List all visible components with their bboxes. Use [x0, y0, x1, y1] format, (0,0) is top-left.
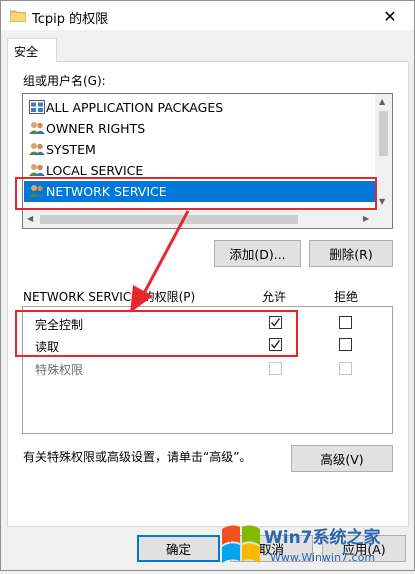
svg-text:Www.Winwin7.com: Www.Winwin7.com	[270, 551, 375, 564]
close-button[interactable]: ✕	[368, 2, 412, 30]
scroll-down-icon[interactable]: ▼	[379, 198, 385, 206]
add-button[interactable]: 添加(D)...	[214, 240, 301, 267]
deny-column-header: 拒绝	[334, 290, 359, 304]
permission-label: 特殊权限	[35, 363, 84, 377]
annotation-arrow-icon	[130, 210, 190, 313]
list-item-label: OWNER RIGHTS	[46, 121, 146, 136]
svg-text:Win7系统之家: Win7系统之家	[264, 527, 381, 548]
remove-button[interactable]: 删除(R)	[309, 240, 393, 267]
horizontal-scrollbar[interactable]: ◀ ▶	[23, 211, 377, 228]
vertical-scrollbar[interactable]: ▲ ▼	[375, 94, 392, 211]
list-item[interactable]: ALL APPLICATION PACKAGES	[24, 97, 377, 118]
folder-icon	[9, 9, 27, 23]
users-icon	[29, 163, 45, 177]
allow-checkbox	[269, 362, 282, 375]
window-title: Tcpip 的权限	[32, 12, 109, 27]
groups-label: 组或用户名(G):	[23, 74, 106, 88]
scroll-left-icon[interactable]: ◀	[27, 215, 33, 223]
tab-security[interactable]: 安全	[7, 38, 57, 62]
close-icon: ✕	[383, 6, 397, 26]
allow-column-header: 允许	[262, 290, 287, 304]
list-item[interactable]: OWNER RIGHTS	[24, 118, 377, 139]
users-icon	[29, 121, 45, 135]
users-icon	[29, 142, 45, 156]
list-item-label: SYSTEM	[46, 142, 96, 157]
ok-button[interactable]: 确定	[137, 535, 220, 562]
deny-checkbox[interactable]	[339, 316, 352, 329]
tab-security-label: 安全	[14, 45, 39, 59]
scroll-corner	[375, 211, 392, 228]
list-item-label: LOCAL SERVICE	[46, 163, 144, 178]
scroll-up-icon[interactable]: ▲	[379, 98, 385, 106]
deny-checkbox[interactable]	[339, 338, 352, 351]
advanced-hint: 有关特殊权限或高级设置，请单击“高级”。	[23, 450, 252, 464]
app-packages-icon	[29, 100, 45, 114]
list-item[interactable]: SYSTEM	[24, 139, 377, 160]
advanced-button[interactable]: 高级(V)	[291, 445, 393, 472]
title-bar: Tcpip 的权限 ✕	[1, 1, 414, 30]
scroll-thumb[interactable]	[379, 111, 388, 156]
list-item-label: ALL APPLICATION PACKAGES	[46, 100, 224, 115]
highlight-permissions	[15, 310, 298, 357]
watermark-logo: Win7系统之家 Www.Winwin7.com	[214, 511, 414, 571]
deny-checkbox	[339, 362, 352, 375]
scroll-right-icon[interactable]: ▶	[363, 215, 369, 223]
